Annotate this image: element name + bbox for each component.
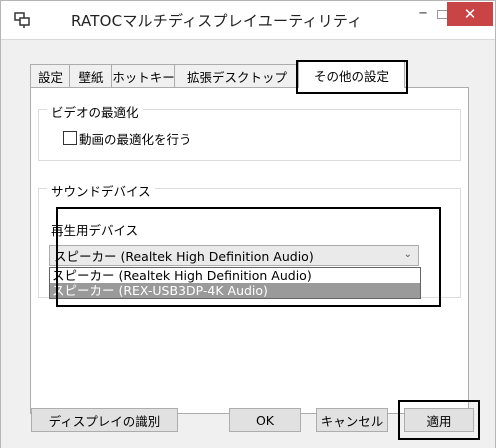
identify-display-button[interactable]: ディスプレイの識別 xyxy=(31,408,178,432)
tab-wallpaper[interactable]: 壁紙 xyxy=(69,64,113,87)
video-group-title: ビデオの最適化 xyxy=(47,102,143,121)
tab-settings[interactable]: 設定 xyxy=(30,64,71,87)
playback-highlight-box xyxy=(56,207,441,307)
apply-highlight-box xyxy=(398,400,480,440)
maximize-icon xyxy=(436,9,448,19)
tab-extended-desktop[interactable]: 拡張デスクトップ xyxy=(174,64,300,87)
close-icon: ✕ xyxy=(463,5,477,23)
video-optimize-label: 動画の最適化を行う xyxy=(79,132,192,147)
sound-group-title: サウンドデバイス xyxy=(47,181,155,200)
cancel-button[interactable]: キャンセル xyxy=(316,408,388,432)
title-bar: RATOCマルチディスプレイユーティリティ – ✕ xyxy=(1,1,495,39)
tab-hotkey[interactable]: ホットキー xyxy=(111,64,176,87)
display-app-icon xyxy=(14,12,30,28)
close-button[interactable]: ✕ xyxy=(447,2,493,26)
window-title: RATOCマルチディスプレイユーティリティ xyxy=(71,12,363,30)
app-window: RATOCマルチディスプレイユーティリティ – ✕ 設定 壁紙 ホットキー 拡張… xyxy=(0,0,496,448)
video-optimization-group: ビデオの最適化 動画の最適化を行う xyxy=(38,102,461,161)
tab-highlight-box xyxy=(296,60,408,94)
video-optimize-checkbox[interactable] xyxy=(63,131,77,145)
ok-button[interactable]: OK xyxy=(229,408,301,432)
